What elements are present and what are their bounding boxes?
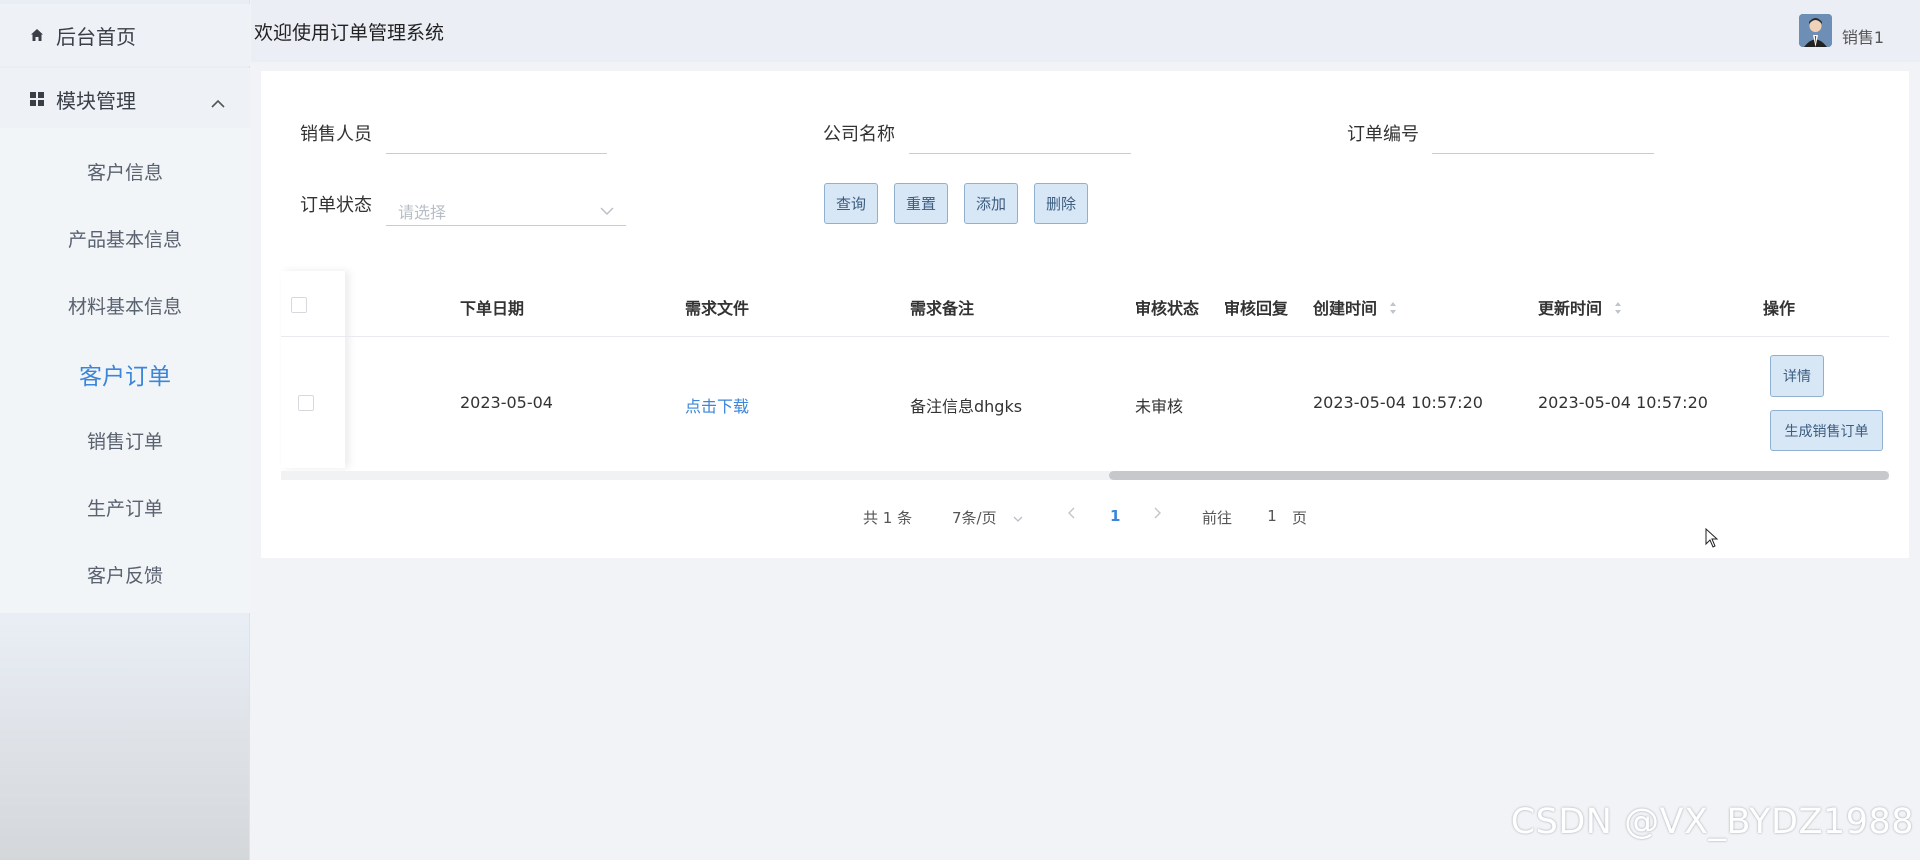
sidebar-item-sales-orders[interactable]: 销售订单 <box>0 427 250 454</box>
chevron-down-icon <box>600 201 614 220</box>
sidebar-item-customer-orders[interactable]: 客户订单 <box>0 357 250 391</box>
page-number-current[interactable]: 1 <box>1110 507 1120 525</box>
chevron-down-icon <box>1013 509 1023 527</box>
sidebar-item-module-label: 模块管理 <box>56 88 136 113</box>
sort-icon[interactable] <box>1389 300 1397 319</box>
watermark: CSDN @VX_BYDZ1988 <box>1510 802 1914 842</box>
col-audit-reply: 审核回复 <box>1224 299 1289 318</box>
order-status-placeholder: 请选择 <box>398 203 447 222</box>
salesperson-label: 销售人员 <box>300 124 372 145</box>
col-updated-time-label: 更新时间 <box>1538 299 1603 318</box>
salesperson-input[interactable] <box>386 117 607 154</box>
col-created-time-label: 创建时间 <box>1313 299 1378 318</box>
order-status-select[interactable]: 请选择 <box>386 189 626 226</box>
cell-order-date: 2023-05-04 <box>460 393 553 412</box>
table-header: 下单日期 需求文件 需求备注 审核状态 审核回复 创建时间 更新时间 操作 <box>281 273 1889 337</box>
order-number-label: 订单编号 <box>1347 124 1419 145</box>
order-status-label: 订单状态 <box>300 195 372 216</box>
goto-page-input[interactable]: 1 <box>1257 507 1287 525</box>
page-size-value: 7条/页 <box>952 509 997 527</box>
page-suffix: 页 <box>1292 509 1308 527</box>
sidebar-item-customer-info[interactable]: 客户信息 <box>0 158 250 185</box>
col-requirement-note: 需求备注 <box>910 299 975 318</box>
select-all-checkbox[interactable] <box>291 297 307 313</box>
mouse-cursor-icon <box>1705 527 1719 552</box>
company-input[interactable] <box>909 117 1131 154</box>
goto-label: 前往 <box>1202 509 1233 527</box>
col-actions: 操作 <box>1763 299 1796 318</box>
col-created-time[interactable]: 创建时间 <box>1313 295 1397 319</box>
sidebar-item-home[interactable]: 后台首页 <box>0 4 250 66</box>
grid-icon <box>28 90 46 108</box>
company-label: 公司名称 <box>823 124 895 145</box>
col-requirement-file: 需求文件 <box>685 299 750 318</box>
row-checkbox[interactable] <box>298 395 314 411</box>
main-panel: 销售人员 公司名称 订单编号 订单状态 请选择 查询 重置 添加 删除 下单日期… <box>261 71 1909 558</box>
cell-audit-status: 未审核 <box>1135 397 1184 416</box>
col-order-date: 下单日期 <box>460 299 525 318</box>
cell-note: 备注信息dhgks <box>910 397 1023 416</box>
pagination-total: 共 1 条 <box>863 509 913 527</box>
sidebar: 后台首页 模块管理 客户信息 产品基本信息 材料基本信息 客户订单 销售订单 生… <box>0 0 250 860</box>
page-size-select[interactable]: 7条/页 <box>952 507 1023 528</box>
col-updated-time[interactable]: 更新时间 <box>1538 295 1622 319</box>
detail-button[interactable]: 详情 <box>1770 355 1824 397</box>
sidebar-item-material-info[interactable]: 材料基本信息 <box>0 292 250 319</box>
add-button[interactable]: 添加 <box>964 183 1018 224</box>
sidebar-item-module-management[interactable]: 模块管理 <box>0 68 250 130</box>
avatar[interactable] <box>1799 14 1832 47</box>
delete-button[interactable]: 删除 <box>1034 183 1088 224</box>
top-header: 欢迎使用订单管理系统 销售1 <box>251 0 1920 62</box>
reset-button[interactable]: 重置 <box>894 183 948 224</box>
user-name[interactable]: 销售1 <box>1842 24 1884 48</box>
horizontal-scrollbar-thumb[interactable] <box>1109 471 1889 480</box>
sort-icon[interactable] <box>1614 300 1622 319</box>
sidebar-submenu: 客户信息 产品基本信息 材料基本信息 客户订单 销售订单 生产订单 客户反馈 <box>0 128 250 613</box>
sidebar-item-product-info[interactable]: 产品基本信息 <box>0 225 250 252</box>
next-page-icon[interactable] <box>1154 505 1162 523</box>
prev-page-icon[interactable] <box>1067 505 1075 523</box>
download-link[interactable]: 点击下载 <box>685 393 749 417</box>
col-audit-status: 审核状态 <box>1135 299 1200 318</box>
home-icon <box>28 26 46 44</box>
sidebar-item-customer-feedback[interactable]: 客户反馈 <box>0 561 250 588</box>
page-title: 欢迎使用订单管理系统 <box>254 22 445 44</box>
cell-updated-time: 2023-05-04 10:57:20 <box>1538 393 1708 412</box>
sidebar-item-production-orders[interactable]: 生产订单 <box>0 494 250 521</box>
sidebar-item-home-label: 后台首页 <box>56 24 136 49</box>
query-button[interactable]: 查询 <box>824 183 878 224</box>
generate-sales-order-button[interactable]: 生成销售订单 <box>1770 410 1883 451</box>
chevron-up-icon[interactable] <box>210 90 226 114</box>
cell-created-time: 2023-05-04 10:57:20 <box>1313 393 1483 412</box>
order-number-input[interactable] <box>1432 117 1654 154</box>
